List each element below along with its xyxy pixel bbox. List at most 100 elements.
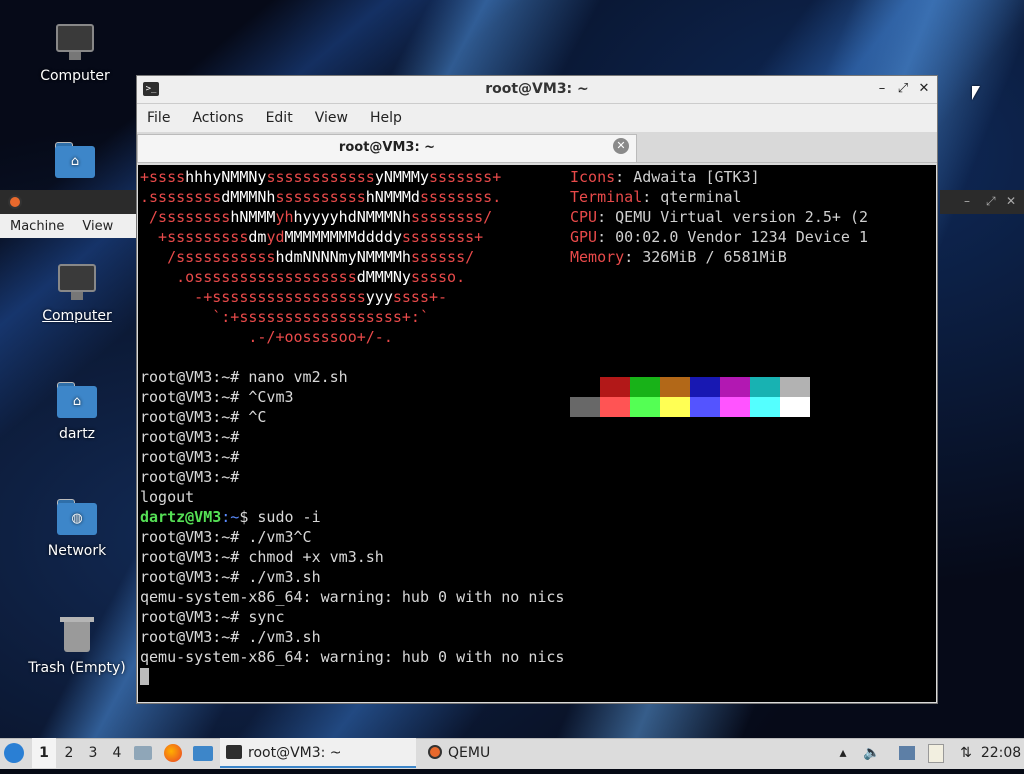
- window-title: root@VM3: ~: [485, 81, 589, 97]
- terminal-line: root@VM3:~# ^Cvm3: [140, 388, 294, 406]
- tab-close-icon[interactable]: ✕: [613, 138, 629, 154]
- info-value: : Adwaita [GTK3]: [615, 168, 760, 186]
- info-key: Memory: [570, 248, 625, 266]
- info-key: CPU: [570, 208, 598, 226]
- desktop-icon-label: Trash (Empty): [28, 660, 126, 676]
- terminal-lines: root@VM3:~# nano vm2.sh root@VM3:~# ^Cvm…: [140, 367, 564, 687]
- terminal-app-icon: [226, 745, 242, 759]
- info-value: : 00:02.0 Vendor 1234 Device 1: [597, 228, 869, 246]
- desktop-icon-computer-2[interactable]: Computer: [27, 262, 127, 324]
- info-key: Icons: [570, 168, 616, 186]
- terminal-line: root@VM3:~# ./vm3.sh: [140, 568, 321, 586]
- color-palette: [570, 377, 810, 417]
- desktop-icon-network[interactable]: ◍ Network: [27, 497, 127, 559]
- color-swatch: [690, 377, 720, 397]
- qemu-window-background[interactable]: Machine View: [0, 190, 137, 238]
- menu-view[interactable]: View: [82, 219, 113, 234]
- network-folder-icon: ◍: [55, 497, 99, 537]
- color-swatch: [570, 397, 600, 417]
- terminal-line: root@VM3:~# ./vm3.sh: [140, 628, 321, 646]
- color-swatch: [690, 397, 720, 417]
- menu-actions[interactable]: Actions: [192, 110, 243, 126]
- color-swatch: [600, 397, 630, 417]
- minimize-button[interactable]: –: [873, 80, 891, 98]
- restore-icon[interactable]: ⤢: [986, 194, 996, 209]
- qemu-icon: [8, 195, 22, 209]
- menu-view[interactable]: View: [315, 110, 348, 126]
- clock[interactable]: 22:08: [980, 738, 1022, 768]
- start-menu-button[interactable]: [4, 738, 30, 768]
- firefox-icon[interactable]: [164, 738, 186, 768]
- desktop-icon-trash[interactable]: Trash (Empty): [27, 614, 127, 676]
- volume-icon[interactable]: 🔈: [862, 738, 882, 768]
- terminal-line: root@VM3:~#: [140, 468, 240, 486]
- task-label: root@VM3: ~: [248, 745, 342, 761]
- terminal-window[interactable]: >_ root@VM3: ~ – ⤢ ✕ File Actions Edit V…: [136, 75, 938, 704]
- info-value: : qterminal: [642, 188, 742, 206]
- prompt-path: :~: [221, 508, 240, 526]
- task-terminal[interactable]: root@VM3: ~: [220, 738, 416, 768]
- color-swatch: [780, 397, 810, 417]
- color-swatch: [750, 377, 780, 397]
- minimize-icon[interactable]: –: [964, 194, 970, 208]
- terminal-titlebar[interactable]: >_ root@VM3: ~ – ⤢ ✕: [137, 76, 937, 104]
- home-folder-icon: ⌂: [53, 140, 97, 180]
- terminal-cursor: [140, 668, 149, 685]
- prompt-user: dartz@VM3: [140, 508, 222, 526]
- terminal-line: $ sudo -i: [239, 508, 321, 526]
- info-key: GPU: [570, 228, 598, 246]
- desktop-icon-dartz[interactable]: ⌂ dartz: [27, 380, 127, 442]
- terminal-line: root@VM3:~# sync: [140, 608, 285, 626]
- terminal-line: logout: [140, 488, 195, 506]
- workspace-4[interactable]: 4: [105, 738, 129, 768]
- network-tray-icon[interactable]: ⇅: [956, 738, 976, 768]
- qemu-titlebar[interactable]: [0, 190, 137, 214]
- color-swatch: [570, 377, 600, 397]
- desktop-icon-label: dartz: [58, 426, 96, 442]
- home-folder-icon: ⌂: [55, 380, 99, 420]
- menu-machine[interactable]: Machine: [10, 219, 64, 234]
- neofetch-info: Icons: Adwaita [GTK3] Terminal: qtermina…: [570, 167, 868, 267]
- terminal-output[interactable]: +sssshhhyNMMNyssssssssssssyNMMMysssssss+…: [138, 165, 936, 702]
- color-swatch: [600, 377, 630, 397]
- close-icon[interactable]: ✕: [1006, 194, 1016, 208]
- desktop-icon-computer[interactable]: Computer: [25, 22, 125, 84]
- color-swatch: [780, 377, 810, 397]
- menu-help[interactable]: Help: [370, 110, 402, 126]
- workspace-2[interactable]: 2: [57, 738, 81, 768]
- neofetch-ascii-logo: +sssshhhyNMMNyssssssssssssyNMMMysssssss+…: [140, 168, 502, 346]
- qemu-window-controls: – ⤢ ✕: [940, 190, 1024, 214]
- info-value: : QEMU Virtual version 2.5+ (2: [597, 208, 869, 226]
- mouse-pointer-icon: [972, 86, 980, 100]
- menu-file[interactable]: File: [147, 110, 170, 126]
- color-swatch: [720, 377, 750, 397]
- update-notifier-icon[interactable]: [897, 738, 917, 768]
- close-button[interactable]: ✕: [915, 80, 933, 98]
- color-swatch: [630, 397, 660, 417]
- file-manager-icon[interactable]: [134, 738, 154, 768]
- terminal-tab[interactable]: root@VM3: ~: [137, 134, 637, 162]
- terminal-line: root@VM3:~#: [140, 428, 240, 446]
- terminal-line: root@VM3:~# ^C: [140, 408, 267, 426]
- terminal-line: qemu-system-x86_64: warning: hub 0 with …: [140, 648, 565, 666]
- terminal-line: qemu-system-x86_64: warning: hub 0 with …: [140, 588, 565, 606]
- color-swatch: [720, 397, 750, 417]
- task-qemu[interactable]: QEMU: [424, 738, 620, 768]
- workspace-3[interactable]: 3: [81, 738, 105, 768]
- maximize-button[interactable]: ⤢: [894, 80, 912, 98]
- workspace-1[interactable]: 1: [32, 738, 56, 768]
- trash-icon: [55, 614, 99, 654]
- qemu-menubar: Machine View: [0, 214, 137, 238]
- qemu-icon: [428, 745, 442, 759]
- desktop-icon-home[interactable]: ⌂: [25, 140, 125, 186]
- terminal-line: root@VM3:~# nano vm2.sh: [140, 368, 348, 386]
- show-desktop-icon[interactable]: [193, 738, 215, 768]
- computer-icon: [53, 22, 97, 62]
- terminal-line: root@VM3:~# chmod +x vm3.sh: [140, 548, 384, 566]
- menu-edit[interactable]: Edit: [266, 110, 293, 126]
- lubuntu-logo-icon: [4, 743, 24, 763]
- info-key: Terminal: [570, 188, 643, 206]
- clipboard-icon[interactable]: [926, 738, 946, 768]
- terminal-menubar: File Actions Edit View Help: [137, 104, 937, 132]
- tray-expand-icon[interactable]: ▴: [834, 738, 852, 768]
